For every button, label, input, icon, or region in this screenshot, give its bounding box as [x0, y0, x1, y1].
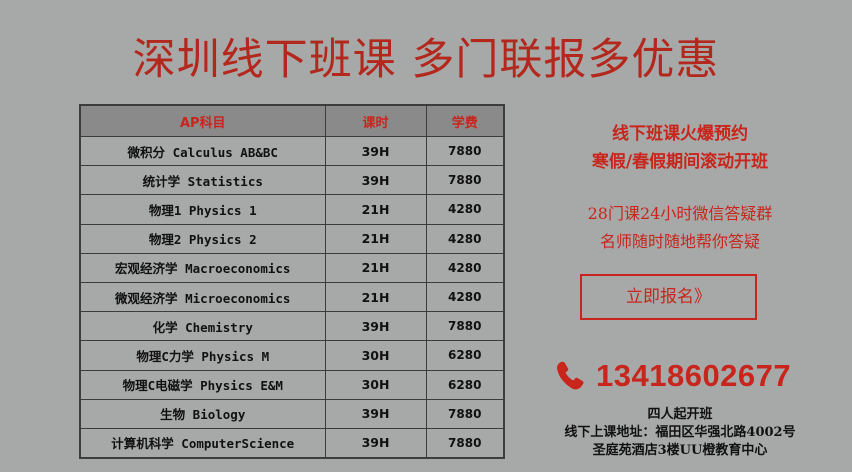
table-row: 宏观经济学 Macroeconomics 21H 4280	[79, 252, 505, 283]
hours-cell: 39H	[324, 311, 427, 342]
table-row: 微观经济学 Microeconomics 21H 4280	[79, 281, 505, 313]
table-row: 物理C力学 Physics M 30H 6280	[79, 340, 505, 371]
class-info-block: 四人起开班 线下上课地址：福田区华强北路4002号 圣庭苑酒店3楼UU橙教育中心	[520, 406, 840, 460]
fee-cell: 4280	[425, 281, 505, 313]
fee-cell: 4280	[425, 223, 505, 254]
hours-cell: 39H	[324, 398, 427, 429]
table-row: 物理1 Physics 1 21H 4280	[79, 194, 505, 225]
table-row: 生物 Biology 39H 7880	[79, 398, 505, 429]
hours-cell: 21H	[324, 252, 427, 283]
promo-block: 线下班课火爆预约 寒假/春假期间滚动开班	[520, 120, 840, 176]
subject-cell: 宏观经济学 Macroeconomics	[79, 252, 326, 283]
fee-cell: 4280	[425, 194, 505, 225]
min-class-size: 四人起开班	[647, 407, 713, 422]
promo-line-schedule: 寒假/春假期间滚动开班	[591, 152, 769, 172]
service-block: 28门课24小时微信答疑群 名师随时随地帮你答疑	[520, 200, 840, 256]
class-address-line1: 线下上课地址：福田区华强北路4002号	[564, 425, 796, 440]
table-row: 统计学 Statistics 39H 7880	[79, 165, 505, 196]
phone-number: 13418602677	[596, 358, 792, 393]
subject-cell: 物理C力学 Physics M	[79, 340, 326, 371]
fee-cell: 7880	[425, 165, 505, 196]
fee-cell: 6280	[425, 369, 505, 400]
fee-cell: 6280	[425, 340, 505, 371]
signup-button[interactable]: 立即报名》	[580, 274, 757, 320]
table-row: 微积分 Calculus AB&BC 39H 7880	[79, 135, 505, 167]
fee-cell: 7880	[425, 135, 505, 167]
subject-cell: 微积分 Calculus AB&BC	[79, 135, 326, 167]
subject-cell: 物理1 Physics 1	[79, 194, 326, 225]
course-table: AP科目 课时 学费 微积分 Calculus AB&BC 39H 7880 统…	[79, 104, 505, 460]
fee-cell: 7880	[425, 427, 505, 459]
contact-phone[interactable]: 13418602677	[554, 354, 791, 398]
hours-cell: 39H	[324, 165, 427, 196]
service-line-wechat: 28门课24小时微信答疑群	[587, 204, 773, 223]
hours-cell: 39H	[324, 427, 427, 459]
promo-line-booking: 线下班课火爆预约	[612, 124, 748, 144]
page-headline: 深圳线下班课 多门联报多优惠	[132, 35, 720, 85]
table-row: 物理2 Physics 2 21H 4280	[79, 223, 505, 254]
table-row: 化学 Chemistry 39H 7880	[79, 311, 505, 342]
subject-cell: 计算机科学 ComputerScience	[79, 427, 326, 459]
service-line-teachers: 名师随时随地帮你答疑	[599, 232, 760, 251]
subject-cell: 物理C电磁学 Physics E&M	[79, 369, 326, 400]
hours-cell: 30H	[324, 369, 427, 400]
hours-cell: 21H	[324, 223, 427, 254]
subject-cell: 化学 Chemistry	[79, 311, 326, 342]
subject-cell: 统计学 Statistics	[79, 165, 326, 196]
column-header-subject: AP科目	[79, 104, 326, 137]
table-row: 物理C电磁学 Physics E&M 30H 6280	[79, 369, 505, 400]
subject-cell: 生物 Biology	[79, 398, 326, 429]
subject-cell: 物理2 Physics 2	[79, 223, 326, 254]
fee-cell: 7880	[425, 311, 505, 342]
column-header-hours: 课时	[324, 104, 427, 137]
fee-cell: 7880	[425, 398, 505, 429]
table-header-row: AP科目 课时 学费	[79, 104, 505, 137]
hours-cell: 39H	[324, 135, 427, 167]
phone-icon	[554, 359, 588, 393]
class-address-line2: 圣庭苑酒店3楼UU橙教育中心	[592, 443, 768, 458]
hours-cell: 21H	[324, 194, 427, 225]
hours-cell: 21H	[324, 281, 427, 313]
column-header-fee: 学费	[425, 104, 505, 137]
fee-cell: 4280	[425, 252, 505, 283]
table-row: 计算机科学 ComputerScience 39H 7880	[79, 427, 505, 459]
subject-cell: 微观经济学 Microeconomics	[79, 281, 326, 313]
hours-cell: 30H	[324, 340, 427, 371]
